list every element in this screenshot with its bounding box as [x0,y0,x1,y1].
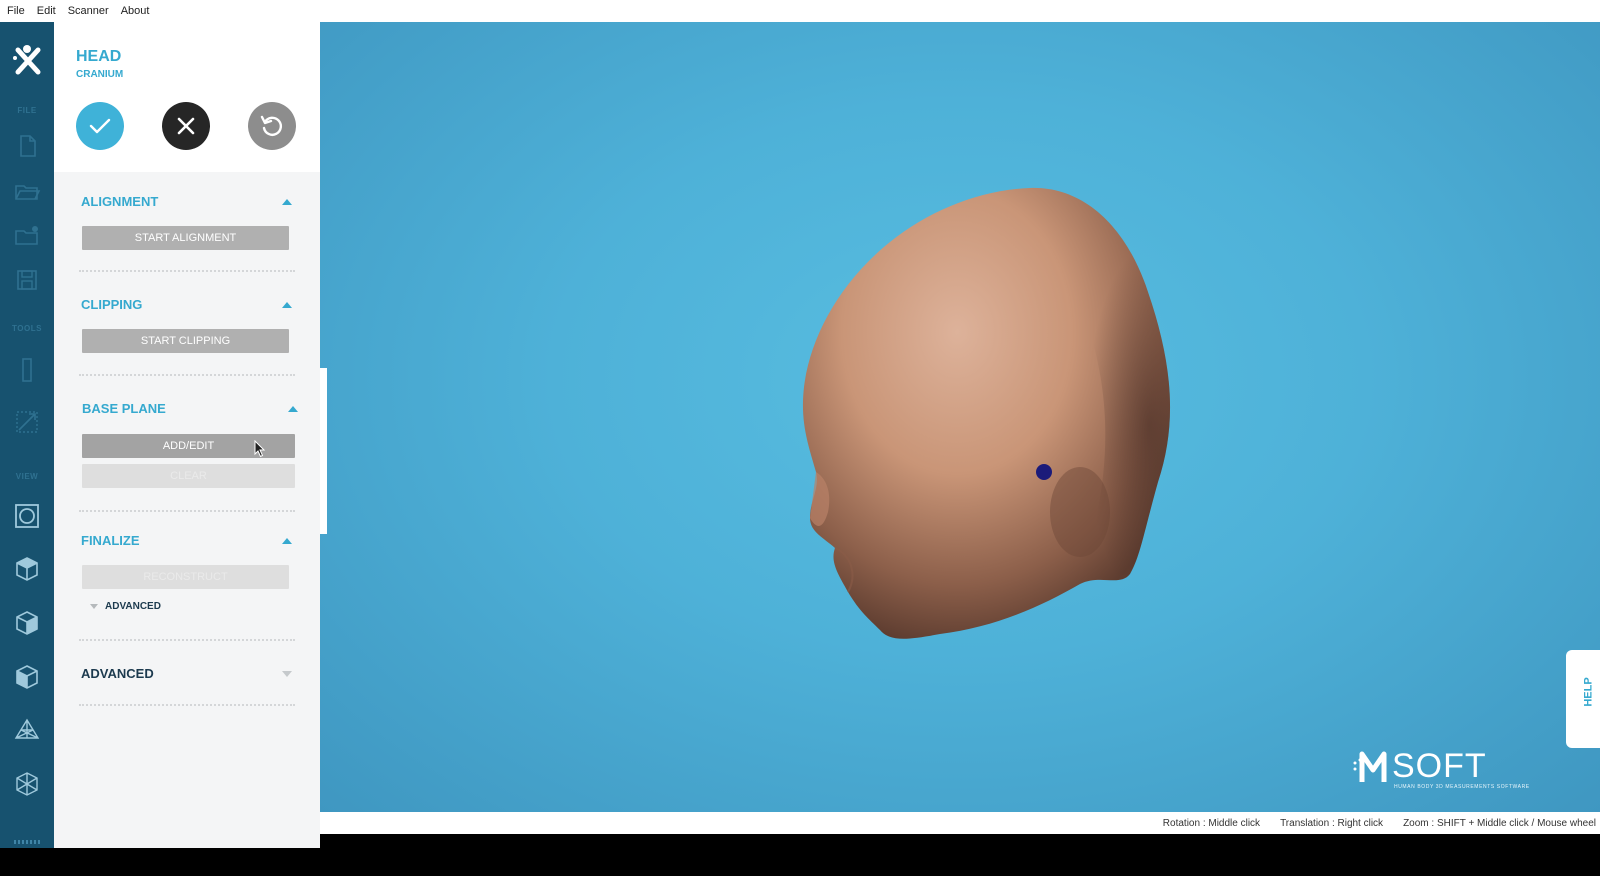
rail-section-tools: TOOLS [12,324,42,333]
start-alignment-button[interactable]: START ALIGNMENT [82,226,289,250]
check-icon [89,118,111,134]
status-bar: Rotation : Middle click Translation : Ri… [320,812,1600,834]
start-clipping-button[interactable]: START CLIPPING [82,329,289,353]
measure-scale-icon[interactable] [13,408,41,436]
ruler-icon[interactable] [13,356,41,384]
section-divider [79,704,295,706]
open-folder-icon[interactable] [13,177,41,205]
help-tab[interactable]: HELP [1566,650,1600,748]
collapse-base-plane-icon[interactable] [288,406,298,412]
cube-side-icon[interactable] [13,609,41,637]
menu-bar: File Edit Scanner About [0,0,1600,22]
save-icon[interactable] [13,266,41,294]
help-label: HELP [1582,677,1595,707]
panel-collapse-handle[interactable] [320,368,327,534]
msoft-m-icon [1353,751,1387,782]
status-rotation-hint: Rotation : Middle click [1162,817,1261,829]
expand-advanced-icon[interactable] [90,604,98,609]
panel-header: HEAD CRANIUM [54,22,320,172]
section-advanced-title[interactable]: ADVANCED [81,666,154,681]
collapse-clipping-icon[interactable] [282,302,292,308]
menu-about[interactable]: About [121,5,150,17]
reset-button[interactable] [248,102,296,150]
collapse-alignment-icon[interactable] [282,199,292,205]
menu-edit[interactable]: Edit [37,5,56,17]
panel-title: HEAD [76,48,122,65]
panel-subtitle: CRANIUM [76,69,124,80]
expand-advanced-section-icon[interactable] [282,671,292,677]
tool-rail: FILE TOOLS VIEW [0,22,54,848]
confirm-button[interactable] [76,102,124,150]
head-3d-model[interactable] [780,182,1200,652]
brand-name: SOFT [1392,747,1487,785]
recent-folder-icon[interactable] [13,221,41,249]
points-view-icon[interactable] [13,770,41,798]
section-divider [79,374,295,376]
cancel-button[interactable] [162,102,210,150]
cube-front-icon[interactable] [13,555,41,583]
mesh-view-icon[interactable] [13,716,41,744]
status-zoom-hint: Zoom : SHIFT + Middle click / Mouse whee… [1403,817,1596,829]
section-divider [79,639,295,641]
section-divider [79,510,295,512]
3d-viewport[interactable]: HELP SOFT HUMAN BODY 3D MEASUREMENTS SOF… [320,22,1600,812]
properties-panel: HEAD CRANIUM ALIGNMENT START ALIGNMENT C… [54,22,320,848]
app-logo-icon [8,42,46,80]
rail-more-indicator [14,840,40,844]
menu-scanner[interactable]: Scanner [68,5,109,17]
rail-section-view: VIEW [15,472,39,481]
new-file-icon[interactable] [13,132,41,160]
cube-top-icon[interactable] [13,663,41,691]
landmark-point[interactable] [1036,464,1052,480]
brand-tagline: HUMAN BODY 3D MEASUREMENTS SOFTWARE [1394,784,1530,790]
clear-button[interactable]: CLEAR [82,464,295,488]
collapse-finalize-icon[interactable] [282,538,292,544]
section-clipping-title[interactable]: CLIPPING [81,297,142,312]
rail-section-file: FILE [17,106,37,115]
reset-icon [260,115,282,136]
section-finalize-title[interactable]: FINALIZE [81,533,140,548]
section-alignment-title[interactable]: ALIGNMENT [81,194,158,209]
view-frame-icon[interactable] [13,502,41,530]
finalize-advanced-toggle[interactable]: ADVANCED [105,601,161,612]
section-base-plane-title[interactable]: BASE PLANE [82,401,166,416]
reconstruct-button[interactable]: RECONSTRUCT [82,565,289,589]
bottom-band [0,848,1600,876]
section-divider [79,270,295,272]
menu-file[interactable]: File [7,5,25,17]
msoft-brand-logo: SOFT HUMAN BODY 3D MEASUREMENTS SOFTWARE [1353,747,1552,792]
close-icon [177,117,195,135]
mouse-cursor-icon [254,440,266,458]
status-translation-hint: Translation : Right click [1280,817,1384,829]
